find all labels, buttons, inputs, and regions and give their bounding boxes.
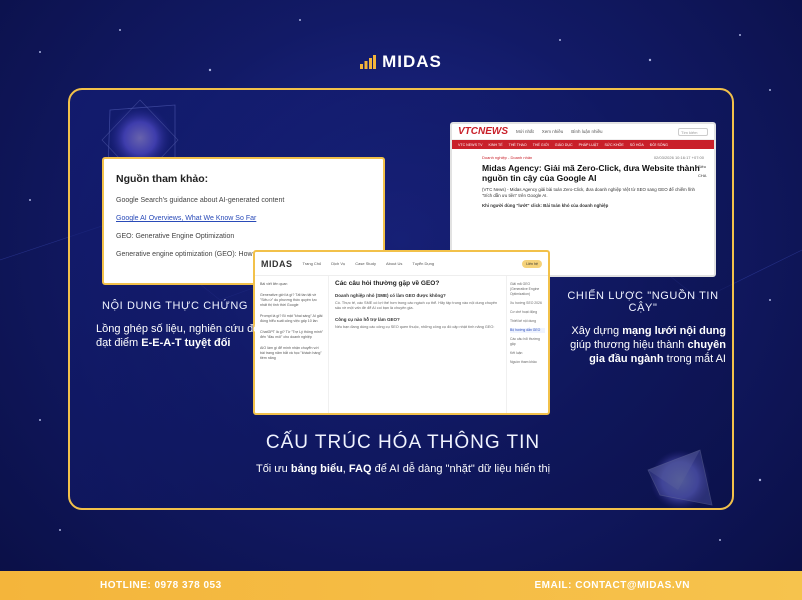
related-post[interactable]: ChatGPT là gì? Từ "Trợ Lý thông minh" đế… [260, 330, 323, 340]
hotline-text[interactable]: HOTLINE: 0978 378 053 [100, 580, 222, 591]
toc-item[interactable]: Cơ chế hoạt động [510, 310, 545, 315]
faq-heading: Các câu hỏi thường gặp về GEO? [335, 280, 440, 287]
related-posts: Bài viết liên quan Generative giới là gì… [255, 276, 329, 413]
caption-title: CẤU TRÚC HÓA THÔNG TIN [265, 432, 541, 453]
vtc-nav-item[interactable]: KINH TẾ [489, 143, 503, 147]
bar-chart-icon [360, 55, 377, 69]
toc-item[interactable]: Kết luận [510, 351, 545, 356]
faq-section: Các câu hỏi thường gặp về GEO? Doanh ngh… [329, 276, 506, 413]
midas-nav-item[interactable]: Dịch Vụ [331, 261, 345, 266]
vtc-nav-item[interactable]: GIÁO DỤC [555, 143, 573, 147]
caption-body: Tối ưu bảng biểu, FAQ để AI dễ dàng "nhặ… [255, 463, 551, 475]
midas-blog-screenshot: MIDAS Trang Chủ Dịch Vụ Case Study About… [253, 250, 550, 415]
table-of-contents: Giải mã GEO (Generative Engine Optimizat… [506, 276, 548, 413]
vtc-nav-item[interactable]: SỐ HÓA [630, 143, 644, 147]
vtc-link[interactable]: Bình luận nhiều [571, 129, 602, 134]
vtc-nav-item[interactable]: ĐỜI SỐNG [650, 143, 668, 147]
toc-item[interactable]: Thiết kế nội dung [510, 319, 545, 324]
related-post[interactable]: Prompt là gì? Bí mật "khai sáng" AI giải… [260, 314, 323, 324]
midas-nav-item[interactable]: About Us [386, 261, 402, 266]
reference-item: GEO: Generative Engine Optimization [116, 233, 235, 240]
vtc-article: Doanh nghiệp - Doanh nhân 02/03/2026 10:… [452, 149, 714, 209]
reference-item: Google Search's guidance about AI-genera… [116, 197, 285, 204]
caption-body: Xây dựng mạng lưới nội dung giúp thương … [570, 325, 726, 365]
caption-title: NỘI DUNG THỰC CHỨNG [101, 300, 249, 312]
related-post[interactable]: AIO làm gì để mình nhận chuyển với bài t… [260, 346, 323, 361]
midas-nav-item[interactable]: Trang Chủ [303, 261, 322, 266]
footer-bar: HOTLINE: 0978 378 053 EMAIL: CONTACT@MID… [0, 571, 802, 600]
vtc-nav-item[interactable]: PHÁP LUẬT [579, 143, 599, 147]
vtc-sidebar: Siêu CHA [698, 164, 707, 178]
caption-body: Lồng ghép số liệu, nghiên cứu để đạt điể… [96, 323, 260, 349]
vtc-date: 02/03/2026 10:16:17 +07:00 [653, 155, 704, 160]
vtc-nav-item[interactable]: SỨC KHỎE [604, 143, 623, 147]
toc-item[interactable]: Nguồn tham khảo [510, 360, 545, 365]
related-post: Bài viết liên quan [260, 282, 288, 286]
brand-name: MIDAS [382, 52, 442, 71]
vtc-headline: Midas Agency: Giải mã Zero-Click, đưa We… [482, 163, 700, 183]
midas-nav-item[interactable]: Case Study [355, 261, 376, 266]
toc-item[interactable]: Các câu hỏi thường gặp [510, 337, 545, 347]
reference-link[interactable]: Google AI Overviews, What We Know So Far [116, 215, 371, 222]
toc-item[interactable]: Giải mã GEO (Generative Engine Optimizat… [510, 282, 545, 297]
vtc-nav-item[interactable]: VTC NEWS TV [458, 143, 483, 147]
vtc-search-input[interactable]: Tìm kiếm [678, 127, 708, 136]
faq-answer: Có. Thực tế, các SME có lợi thế hơn tron… [335, 301, 498, 310]
vtc-logo: VTCNEWS [458, 126, 508, 137]
faq-question: Doanh nghiệp nhỏ (SME) có làm GEO được k… [335, 293, 446, 298]
midas-logo: MIDAS [261, 258, 293, 269]
faq-answer: Nếu bạn đang dùng các công cụ SEO quen t… [335, 325, 495, 329]
caption-title: CHIẾN LƯỢC "NGUỒN TIN CẬY" [567, 290, 719, 314]
midas-header: MIDAS Trang Chủ Dịch Vụ Case Study About… [255, 252, 548, 276]
vtc-nav-item[interactable]: THẾ GIỚI [533, 143, 549, 147]
vtc-nav-item[interactable]: THỂ THAO [509, 143, 527, 147]
caption-structure: CẤU TRÚC HÓA THÔNG TIN Tối ưu bảng biểu,… [250, 432, 556, 476]
contact-button[interactable]: Liên hệ [522, 259, 542, 268]
references-title: Nguồn tham khảo: [116, 173, 209, 185]
email-text[interactable]: EMAIL: CONTACT@MIDAS.VN [535, 580, 691, 591]
related-post[interactable]: Generative giới là gì? Tất tần tật về "S… [260, 293, 323, 308]
vtc-topbar: VTCNEWS Mới nhất Xem nhiều Bình luận nhi… [452, 124, 714, 140]
vtc-nav: VTC NEWS TV KINH TẾ THỂ THAO THẾ GIỚI GI… [452, 140, 714, 149]
toc-item[interactable]: Xu hướng SEO 2026 [510, 301, 545, 306]
vtc-link[interactable]: Xem nhiều [542, 129, 564, 134]
faq-question: Công cụ nào hỗ trợ làm GEO? [335, 317, 400, 322]
vtc-link[interactable]: Mới nhất [516, 129, 534, 134]
brand-logo: MIDAS [0, 52, 802, 74]
vtc-subhead: Khi người dùng "lướt" click: Bài toán kh… [482, 203, 609, 208]
toc-item[interactable]: Bộ hướng dẫn GEO [510, 328, 545, 333]
vtc-category[interactable]: Doanh nghiệp - Doanh nhân [482, 155, 532, 160]
midas-nav-item[interactable]: Tuyển Dụng [412, 261, 434, 266]
caption-evidence: NỘI DUNG THỰC CHỨNG Lồng ghép số liệu, n… [90, 300, 260, 350]
caption-trusted-source: CHIẾN LƯỢC "NGUỒN TIN CẬY" Xây dựng mạng… [560, 290, 726, 366]
vtc-summary: (VTC News) - Midas Agency giải bài toán … [482, 187, 695, 198]
